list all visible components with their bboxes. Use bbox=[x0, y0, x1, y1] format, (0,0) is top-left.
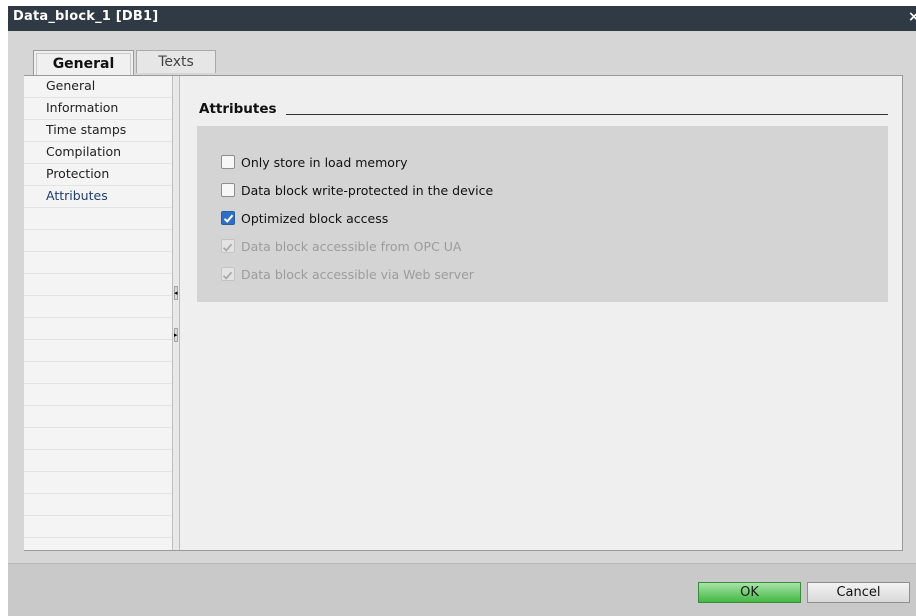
section-navigation: General Information Time stamps Compilat… bbox=[24, 76, 172, 550]
nav-empty-row bbox=[24, 208, 172, 230]
pane-splitter[interactable]: ◂ ▸ bbox=[172, 76, 180, 550]
checkmark-icon bbox=[221, 239, 235, 253]
nav-empty-row bbox=[24, 494, 172, 516]
checkmark-icon bbox=[221, 267, 235, 281]
section-divider bbox=[286, 114, 888, 115]
nav-empty-row bbox=[24, 516, 172, 538]
option-label: Only store in load memory bbox=[241, 155, 408, 170]
nav-empty-row bbox=[24, 230, 172, 252]
nav-empty-row bbox=[24, 450, 172, 472]
nav-empty-row bbox=[24, 318, 172, 340]
nav-empty-row bbox=[24, 340, 172, 362]
cancel-button[interactable]: Cancel bbox=[807, 582, 910, 603]
nav-empty-row bbox=[24, 274, 172, 296]
option-label: Data block accessible from OPC UA bbox=[241, 239, 462, 254]
checkmark-icon[interactable] bbox=[221, 211, 235, 225]
option-label: Optimized block access bbox=[241, 211, 389, 226]
tab-panel: General Information Time stamps Compilat… bbox=[24, 75, 903, 551]
section-title: Attributes bbox=[199, 101, 277, 117]
checkbox-icon[interactable] bbox=[221, 155, 235, 169]
option-label: Data block accessible via Web server bbox=[241, 267, 474, 282]
nav-item-protection[interactable]: Protection bbox=[24, 164, 172, 186]
nav-empty-row bbox=[24, 428, 172, 450]
nav-item-attributes[interactable]: Attributes bbox=[24, 186, 172, 208]
tab-general[interactable]: General bbox=[33, 50, 134, 77]
nav-empty-row bbox=[24, 406, 172, 428]
ok-button[interactable]: OK bbox=[698, 582, 801, 603]
option-label: Data block write-protected in the device bbox=[241, 183, 494, 198]
attributes-pane: Attributes Only store in load memory Dat… bbox=[180, 76, 902, 550]
nav-empty-row bbox=[24, 296, 172, 318]
attributes-group: Only store in load memory Data block wri… bbox=[197, 126, 888, 302]
nav-item-compilation[interactable]: Compilation bbox=[24, 142, 172, 164]
tab-general-label: General bbox=[36, 53, 131, 77]
nav-empty-row bbox=[24, 472, 172, 494]
title-bar[interactable]: Data_block_1 [DB1] × bbox=[8, 6, 916, 31]
checkbox-icon[interactable] bbox=[221, 183, 235, 197]
nav-item-information[interactable]: Information bbox=[24, 98, 172, 120]
dialog-footer: OK Cancel bbox=[8, 563, 916, 616]
window-title: Data_block_1 [DB1] bbox=[13, 9, 159, 24]
nav-empty-row bbox=[24, 252, 172, 274]
properties-dialog: Data_block_1 [DB1] × General Texts Gener… bbox=[8, 6, 916, 616]
nav-empty-row bbox=[24, 362, 172, 384]
nav-item-time-stamps[interactable]: Time stamps bbox=[24, 120, 172, 142]
nav-item-general[interactable]: General bbox=[24, 76, 172, 98]
close-icon[interactable]: × bbox=[908, 9, 916, 25]
collapse-left-icon[interactable]: ◂ bbox=[174, 286, 178, 300]
nav-empty-row bbox=[24, 384, 172, 406]
expand-right-icon[interactable]: ▸ bbox=[174, 328, 178, 342]
tab-texts[interactable]: Texts bbox=[136, 50, 216, 73]
